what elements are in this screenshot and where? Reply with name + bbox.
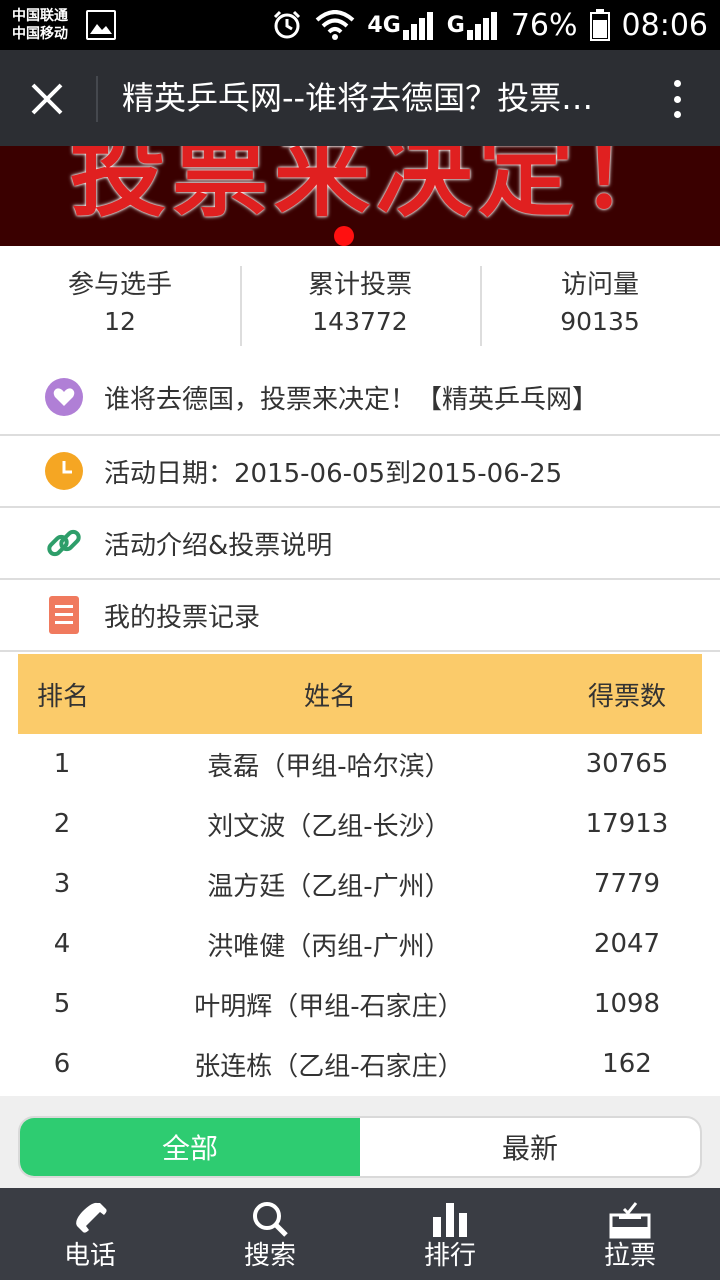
carrier-1: 中国联通 [12,8,68,24]
filter-toggle: 全部 最新 [18,1116,702,1178]
info-text: 活动日期：2015-06-05到2015-06-25 [104,458,563,489]
carrier-labels: 中国联通 中国移动 [12,7,68,43]
header-divider [96,76,98,122]
cell-rank: 1 [53,749,71,779]
stat-total-votes: 累计投票 143772 [240,246,480,356]
network-1-label: 4G [367,12,401,38]
header-rank: 排名 [36,681,89,712]
cell-name: 洪唯健（丙组-广州） [207,931,451,962]
cell-rank: 5 [53,989,71,1019]
banner-carousel[interactable]: 投票来决定！ [0,146,720,246]
ballot-box-icon [609,1197,651,1241]
signal-2-icon: G [447,10,499,40]
stat-value: 12 [104,307,136,336]
cell-name: 张连栋（乙组-石家庄） [194,1051,464,1082]
nav-label: 排行 [423,1241,476,1271]
table-row[interactable]: 4 洪唯健（丙组-广州） 2047 [18,914,702,974]
network-2-label: G [446,12,465,38]
nav-label: 电话 [63,1241,116,1271]
more-dot [673,80,681,87]
stat-visits: 访问量 90135 [480,246,720,356]
header-name: 姓名 [303,681,356,712]
battery-icon [589,9,610,41]
table-row[interactable]: 5 叶明辉（甲组-石家庄） 1098 [18,974,702,1034]
info-text: 谁将去德国，投票来决定！【精英乒乓网】 [104,384,599,415]
carousel-indicator [334,226,354,246]
battery-percent: 76% [510,7,578,43]
cell-votes: 30765 [585,749,669,779]
wifi-icon [315,10,355,40]
cell-rank: 4 [53,929,71,959]
close-icon [31,83,63,115]
cell-votes: 162 [602,1049,652,1079]
link-icon [44,523,84,563]
tab-all[interactable]: 全部 [20,1118,360,1176]
header-votes: 得票数 [587,681,666,712]
stats-panel: 参与选手 12 累计投票 143772 访问量 90135 [0,246,720,356]
cell-votes: 1098 [593,989,661,1019]
cell-votes: 17913 [585,809,669,839]
table-row[interactable]: 3 温方廷（乙组-广州） 7779 [18,854,702,914]
more-dot [673,95,681,103]
signal-1-icon: 4G [367,10,434,40]
clock-time: 08:06 [621,7,708,43]
stat-participants: 参与选手 12 [0,246,240,356]
cell-name: 刘文波（乙组-长沙） [207,811,451,842]
gallery-icon [86,10,116,40]
cell-rank: 3 [53,869,71,899]
nav-label: 搜索 [243,1241,296,1271]
nav-phone[interactable]: 电话 [0,1188,180,1280]
info-row-date: 活动日期：2015-06-05到2015-06-25 [0,436,720,508]
close-button[interactable] [22,74,72,124]
list-icon [44,595,84,635]
stat-label: 访问量 [560,270,639,300]
stat-value: 143772 [312,307,408,336]
status-bar: 中国联通 中国移动 4G G 76% 08:06 [0,0,720,50]
app-header: 精英乒乓网--谁将去德国？投票来决定！ [0,50,720,146]
nav-search[interactable]: 搜索 [180,1188,360,1280]
info-list: 谁将去德国，投票来决定！【精英乒乓网】 活动日期：2015-06-05到2015… [0,360,720,652]
cell-name: 叶明辉（甲组-石家庄） [194,991,464,1022]
cell-name: 温方廷（乙组-广州） [207,871,451,902]
nav-canvass[interactable]: 拉票 [540,1188,720,1280]
info-text: 我的投票记录 [104,602,261,633]
info-row-intro[interactable]: 活动介绍&投票说明 [0,508,720,580]
alarm-icon [271,9,303,41]
cell-rank: 2 [53,809,71,839]
nav-ranking[interactable]: 排行 [360,1188,540,1280]
table-header: 排名 姓名 得票数 [18,654,702,734]
stat-label: 累计投票 [307,270,412,300]
carrier-2: 中国移动 [12,26,68,42]
stat-label: 参与选手 [67,270,172,300]
table-row[interactable]: 2 刘文波（乙组-长沙） 17913 [18,794,702,854]
tab-latest[interactable]: 最新 [360,1118,700,1176]
bar-chart-icon [430,1197,470,1241]
clock-icon [44,451,84,491]
info-text: 活动介绍&投票说明 [104,530,333,561]
heart-icon [44,377,84,417]
search-icon [250,1197,290,1241]
more-menu-button[interactable] [662,76,692,122]
filter-area: 全部 最新 [0,1096,720,1188]
phone-icon [70,1197,110,1241]
cell-votes: 7779 [593,869,661,899]
bottom-nav: 电话 搜索 排行 拉票 [0,1188,720,1280]
page-title: 精英乒乓网--谁将去德国？投票来决定！ [122,79,602,117]
cell-name: 袁磊（甲组-哈尔滨） [207,751,451,782]
more-dot [673,111,681,118]
nav-label: 拉票 [603,1241,656,1271]
ranking-table: 排名 姓名 得票数 1 袁磊（甲组-哈尔滨） 30765 2 刘文波（乙组-长沙… [18,654,702,1100]
table-row[interactable]: 1 袁磊（甲组-哈尔滨） 30765 [18,734,702,794]
info-row-my-votes[interactable]: 我的投票记录 [0,580,720,652]
stat-value: 90135 [560,307,640,336]
banner-text: 投票来决定！ [70,146,682,230]
table-row[interactable]: 6 张连栋（乙组-石家庄） 162 [18,1034,702,1094]
cell-rank: 6 [53,1049,71,1079]
cell-votes: 2047 [593,929,661,959]
info-row-title: 谁将去德国，投票来决定！【精英乒乓网】 [0,360,720,436]
